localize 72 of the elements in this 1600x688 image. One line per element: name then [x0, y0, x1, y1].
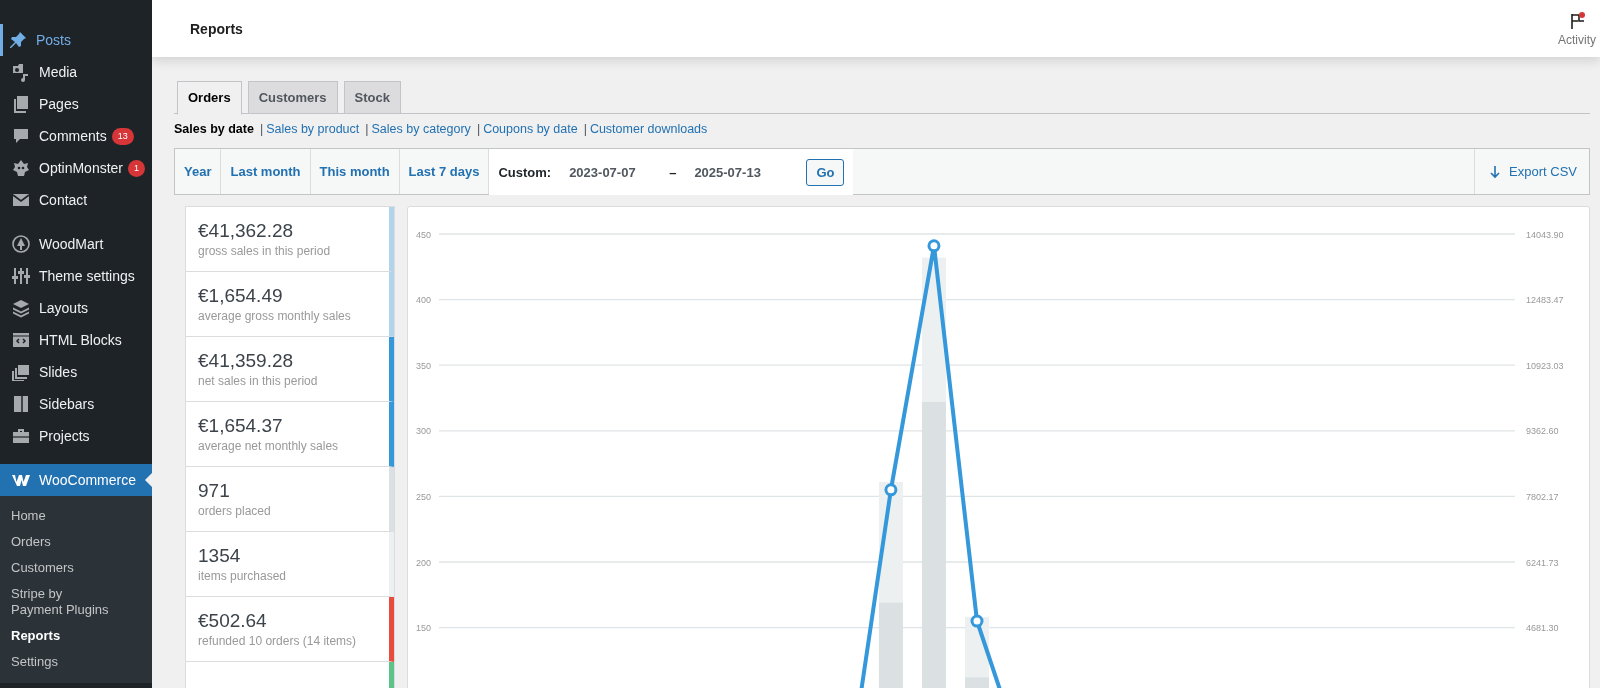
axis-label: 250	[416, 491, 432, 502]
menu-item[interactable]: Layouts	[0, 292, 152, 324]
summary-label: net sales in this period	[198, 373, 319, 389]
menu-item[interactable]: Projects	[0, 420, 152, 452]
menu-item[interactable]: Media	[0, 56, 152, 88]
axis-label: 300	[416, 426, 432, 437]
separator-text: |	[583, 122, 587, 136]
range-dash: –	[669, 164, 677, 180]
separator-text: |	[259, 122, 264, 136]
menu-item[interactable]: WoodMart	[0, 228, 152, 260]
menu-item[interactable]: Pages	[0, 88, 152, 120]
menu-item[interactable]: Comments 13	[0, 120, 152, 152]
export-csv-button[interactable]: Export CSV	[1474, 149, 1589, 194]
submenu-item[interactable]: Settings	[0, 649, 152, 675]
submenu-item[interactable]: Stripe by Payment Plugins	[0, 581, 152, 623]
summary-value: €1,654.37	[198, 414, 284, 438]
go-button[interactable]: Go	[806, 158, 845, 186]
summary-value: €41,362.28	[198, 219, 295, 243]
menu-item[interactable]: Slides	[0, 356, 152, 388]
summary-label: orders placed	[198, 503, 272, 519]
summary-value: 971	[198, 479, 231, 503]
separator-text: |	[365, 122, 369, 136]
menu-item[interactable]: Sidebars	[0, 388, 152, 420]
axis-label: 10923.03	[1526, 360, 1564, 371]
count-badge: 13	[111, 127, 134, 145]
axis-label: 150	[416, 623, 432, 634]
count-badge: 1	[128, 159, 146, 177]
submenu-item[interactable]: Customers	[0, 555, 152, 581]
summary-label: gross sales in this period	[198, 243, 332, 259]
menu-item[interactable]: WooCommerce	[0, 464, 152, 496]
custom-label: Custom:	[498, 164, 552, 180]
range-tab[interactable]: Year	[175, 149, 222, 194]
axis-label: 400	[416, 295, 432, 306]
summary-label: average gross monthly sales	[198, 308, 352, 324]
report-link[interactable]: Coupons by date	[483, 122, 578, 136]
date-input[interactable]: 2023-07-07	[569, 164, 652, 180]
report-link[interactable]: Sales by category	[371, 122, 471, 136]
separator-text: |	[476, 122, 481, 136]
submenu-item[interactable]: Reports	[0, 623, 152, 649]
axis-label: 450	[416, 229, 432, 240]
menu-item[interactable]: Contact	[0, 184, 152, 216]
axis-label: 6241.73	[1526, 557, 1559, 568]
summary-value: €1,654.49	[198, 284, 284, 308]
axis-label: 200	[416, 557, 432, 568]
report-link[interactable]: Sales by product	[266, 122, 360, 136]
menu-item[interactable]: HTML Blocks	[0, 324, 152, 356]
activity-button[interactable]: Activity	[1556, 6, 1598, 51]
menu-item[interactable]: Theme settings	[0, 260, 152, 292]
range-tab[interactable]: Last month	[221, 149, 311, 194]
report-link[interactable]: Sales by date	[174, 122, 254, 136]
submenu-item[interactable]: Orders	[0, 529, 152, 555]
report-tab[interactable]: Customers	[247, 81, 338, 113]
summary-label: refunded 10 orders (14 items)	[198, 633, 358, 649]
axis-label: 9362.60	[1526, 426, 1559, 437]
submenu-item[interactable]: Home	[0, 503, 152, 529]
summary-label: average net monthly sales	[198, 438, 340, 454]
range-tab[interactable]: This month	[310, 149, 400, 194]
summary-value: 1354	[198, 544, 242, 568]
summary-label: items purchased	[198, 568, 288, 584]
axis-label: 12483.47	[1526, 295, 1564, 306]
summary-value: €41,359.28	[198, 349, 295, 373]
menu-item[interactable]: OptinMonster 1	[0, 152, 152, 184]
summary-value: €502.64	[198, 609, 268, 633]
report-tab[interactable]: Orders	[177, 81, 242, 115]
axis-label: 7802.17	[1526, 491, 1559, 502]
report-link[interactable]: Customer downloads	[589, 122, 708, 136]
report-tab[interactable]: Stock	[343, 81, 401, 113]
date-input[interactable]: 2025-07-13	[694, 164, 777, 180]
axis-label: 350	[416, 360, 432, 371]
axis-label: 14043.90	[1526, 229, 1564, 240]
axis-label: 4681.30	[1526, 623, 1559, 634]
page-title: Reports	[190, 20, 243, 37]
